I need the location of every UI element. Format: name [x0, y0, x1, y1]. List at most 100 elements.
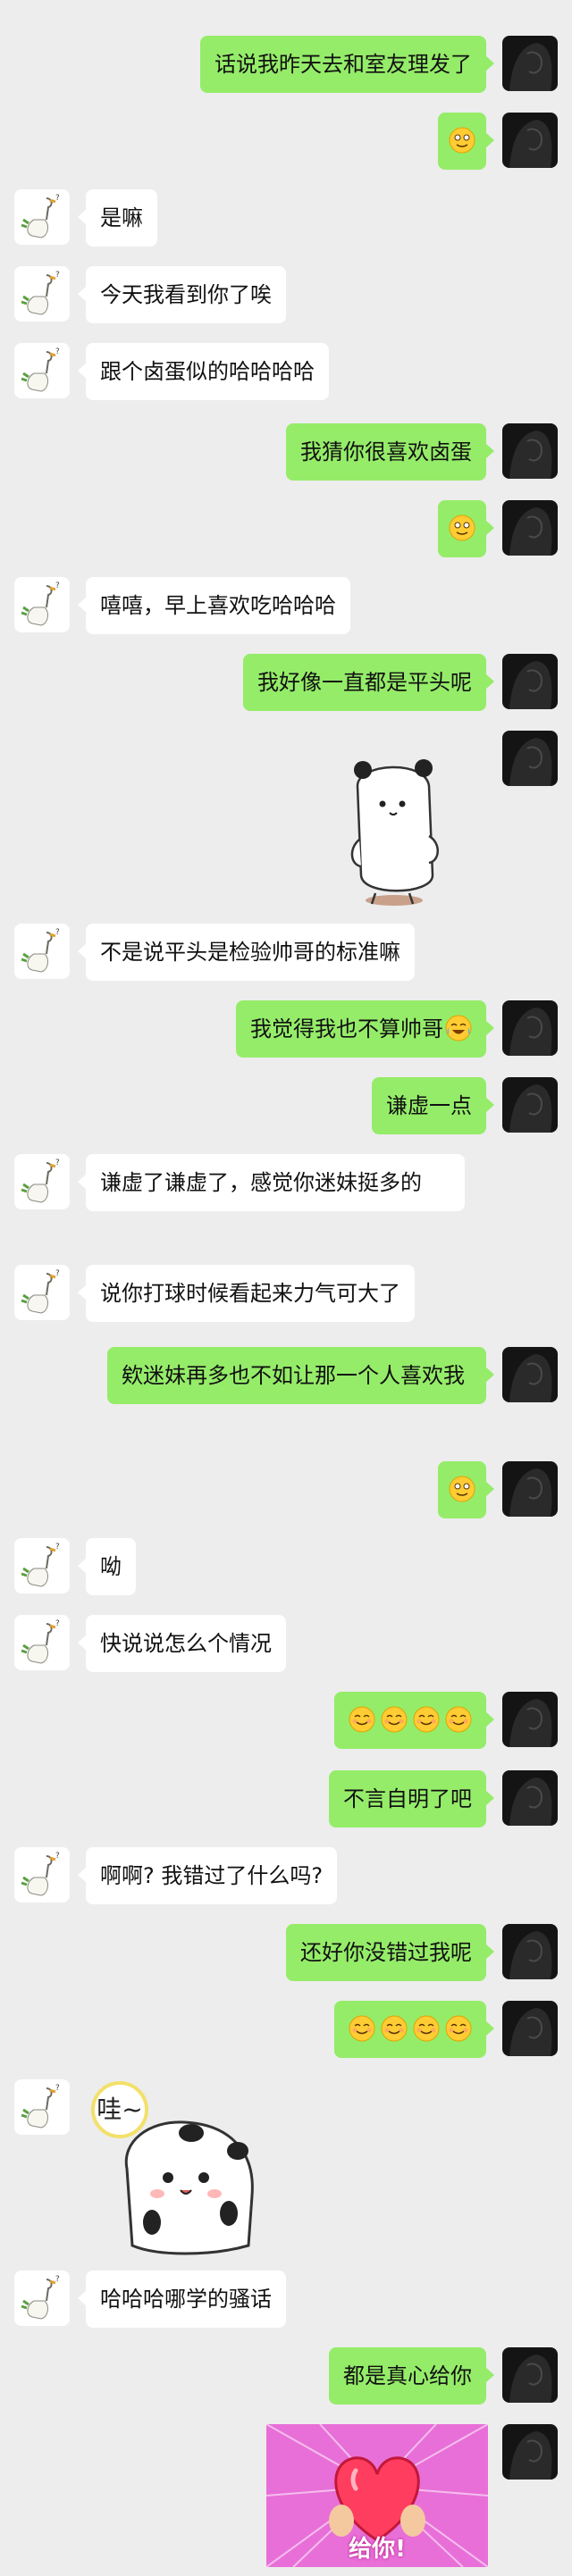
self-avatar[interactable]	[502, 1692, 558, 1747]
message-bubble[interactable]: 快说说怎么个情况	[78, 1615, 286, 1672]
awkward-smile-emoji	[449, 514, 475, 541]
svg-text:?: ?	[55, 928, 60, 937]
message-bubble[interactable]: 我猜你很喜欢卤蛋	[286, 423, 494, 481]
message-text: 我觉得我也不算帅哥	[250, 1016, 443, 1041]
svg-text:?: ?	[55, 1852, 60, 1861]
contact-avatar[interactable]: ?	[14, 343, 70, 398]
message-bubble[interactable]	[438, 500, 494, 557]
message-text: 今天我看到你了唉	[100, 282, 272, 307]
message-text: 哈哈哈哪学的骚话	[100, 2287, 272, 2312]
self-avatar[interactable]	[502, 423, 558, 479]
chat-history: 话说我昨天去和室友理发了 ? 是嘛 ? 今天我看到你了唉 ? 跟个卤蛋似的哈哈哈…	[0, 0, 572, 2576]
message-bubble[interactable]	[438, 1461, 494, 1518]
message-bubble[interactable]: 谦虚了谦虚了，感觉你迷妹挺多的	[78, 1154, 465, 1211]
message-text: 不是说平头是检验帅哥的标准嘛	[100, 940, 400, 965]
message-text: 话说我昨天去和室友理发了	[214, 52, 472, 77]
message-text: 是嘛	[100, 205, 143, 230]
svg-text:?: ?	[55, 2084, 60, 2093]
message-text: 我好像一直都是平头呢	[257, 670, 472, 695]
svg-text:?: ?	[55, 194, 60, 203]
smile-emoji	[349, 2015, 375, 2042]
message-bubble[interactable]: 谦虚一点	[372, 1077, 494, 1134]
message-text: 说你打球时候看起来力气可大了	[100, 1281, 400, 1306]
panda-wa-sticker[interactable]: 哇~	[86, 2079, 265, 2258]
message-bubble[interactable]: 都是真心给你	[329, 2347, 494, 2405]
awkward-smile-emoji	[449, 127, 475, 154]
svg-text:?: ?	[55, 1269, 60, 1278]
smile-emoji	[445, 1706, 472, 1733]
self-avatar[interactable]	[502, 1077, 558, 1133]
svg-text:?: ?	[55, 581, 60, 590]
smile-emoji	[445, 2015, 472, 2042]
contact-avatar[interactable]: ?	[14, 2079, 70, 2135]
message-bubble[interactable]: 不言自明了吧	[329, 1770, 494, 1827]
message-text: 跟个卤蛋似的哈哈哈哈	[100, 359, 315, 384]
self-avatar[interactable]	[502, 1770, 558, 1826]
svg-text:?: ?	[55, 1543, 60, 1551]
message-bubble[interactable]: 哈哈哈哪学的骚话	[78, 2271, 286, 2328]
self-avatar[interactable]	[502, 1461, 558, 1517]
self-avatar[interactable]	[502, 500, 558, 556]
self-avatar[interactable]	[502, 731, 558, 786]
contact-avatar[interactable]: ?	[14, 924, 70, 979]
self-avatar[interactable]	[502, 2347, 558, 2403]
self-avatar[interactable]	[502, 2001, 558, 2056]
message-text: 快说说怎么个情况	[100, 1631, 272, 1656]
smile-emoji	[381, 2015, 408, 2042]
svg-text:?: ?	[55, 347, 60, 356]
self-avatar[interactable]	[502, 2424, 558, 2480]
self-avatar[interactable]	[502, 1000, 558, 1056]
message-bubble[interactable]: 今天我看到你了唉	[78, 266, 286, 323]
message-bubble[interactable]	[334, 2001, 494, 2058]
contact-avatar[interactable]: ?	[14, 1538, 70, 1593]
sticker-text: 给你!	[349, 2536, 406, 2563]
smile-emoji	[413, 2015, 440, 2042]
message-text: 还好你没错过我呢	[300, 1940, 472, 1965]
contact-avatar[interactable]: ?	[14, 189, 70, 245]
message-bubble[interactable]: 啊啊? 我错过了什么吗?	[77, 1847, 338, 1904]
awkward-smile-emoji	[449, 1476, 475, 1502]
laugh-cry-emoji	[445, 1015, 472, 1041]
message-text: 谦虚一点	[386, 1093, 472, 1118]
self-avatar[interactable]	[502, 113, 558, 168]
self-avatar[interactable]	[502, 1924, 558, 1979]
contact-avatar[interactable]: ?	[14, 1615, 70, 1670]
contact-avatar[interactable]: ?	[14, 577, 70, 632]
self-avatar[interactable]	[502, 1347, 558, 1402]
contact-avatar[interactable]: ?	[14, 2271, 70, 2326]
message-text: 欸迷妹再多也不如让那一个人喜欢我	[122, 1363, 465, 1388]
message-bubble[interactable]: 我好像一直都是平头呢	[243, 654, 494, 711]
message-bubble[interactable]: 说你打球时候看起来力气可大了	[78, 1265, 415, 1322]
svg-text:?: ?	[55, 2275, 60, 2284]
message-text: 我猜你很喜欢卤蛋	[300, 439, 472, 464]
message-text: 不言自明了吧	[343, 1786, 472, 1811]
message-bubble[interactable]: 嘻嘻，早上喜欢吃哈哈哈	[78, 577, 350, 634]
contact-avatar[interactable]: ?	[14, 266, 70, 322]
panda-sticker[interactable]	[336, 750, 452, 911]
message-text: 谦虚了谦虚了，感觉你迷妹挺多的	[100, 1170, 422, 1195]
message-bubble[interactable]	[438, 113, 494, 170]
self-avatar[interactable]	[502, 654, 558, 709]
message-bubble[interactable]	[334, 1692, 494, 1749]
contact-avatar[interactable]: ?	[14, 1847, 70, 1903]
message-bubble[interactable]: 是嘛	[78, 189, 157, 247]
smile-emoji	[413, 1706, 440, 1733]
smile-emoji	[381, 1706, 408, 1733]
message-bubble[interactable]: 不是说平头是检验帅哥的标准嘛	[78, 924, 415, 981]
svg-text:?: ?	[55, 1619, 60, 1628]
message-bubble[interactable]: 呦	[78, 1538, 136, 1595]
contact-avatar[interactable]: ?	[14, 1154, 70, 1209]
smile-emoji	[349, 1706, 375, 1733]
message-text: 呦	[100, 1554, 122, 1579]
svg-text:?: ?	[55, 1158, 60, 1167]
message-bubble[interactable]: 话说我昨天去和室友理发了	[200, 36, 494, 93]
message-bubble[interactable]: 欸迷妹再多也不如让那一个人喜欢我	[107, 1347, 494, 1404]
message-bubble[interactable]: 还好你没错过我呢	[286, 1924, 494, 1981]
svg-text:?: ?	[55, 271, 60, 280]
message-bubble[interactable]: 我觉得我也不算帅哥	[236, 1000, 494, 1058]
heart-gift-sticker[interactable]: 给你!	[266, 2424, 488, 2567]
message-text: 嘻嘻，早上喜欢吃哈哈哈	[100, 593, 336, 618]
message-bubble[interactable]: 跟个卤蛋似的哈哈哈哈	[78, 343, 329, 400]
self-avatar[interactable]	[502, 36, 558, 91]
contact-avatar[interactable]: ?	[14, 1265, 70, 1320]
